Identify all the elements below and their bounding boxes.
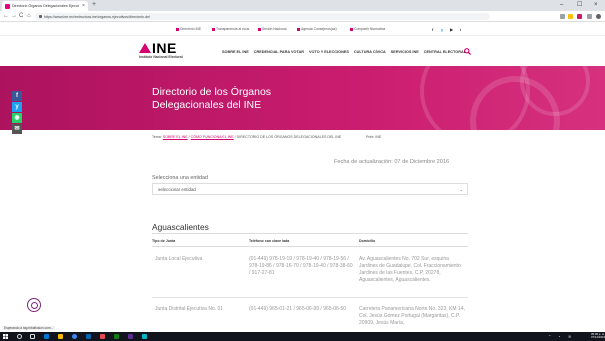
nav-servicios[interactable]: SERVICIOS INE bbox=[391, 50, 419, 54]
minimize-button[interactable]: – bbox=[560, 0, 563, 10]
select-label: Selecciona una entidad bbox=[152, 175, 209, 181]
nav-cultura-civica[interactable]: CULTURA CÍVICA bbox=[354, 50, 386, 54]
logo-subtitle: Instituto Nacional Electoral bbox=[139, 55, 183, 59]
utility-bar: Directorio INE Transparencia al ecus Ses… bbox=[0, 23, 605, 36]
breadcrumb: Tema: SOBRE EL INE / CÓMO FUNCIONA EL IN… bbox=[152, 135, 342, 139]
column-header-type: Tipo de Junta bbox=[152, 239, 176, 243]
utility-link-sesion[interactable]: Sesión Nacional bbox=[258, 27, 287, 31]
home-button[interactable]: ⌂ bbox=[27, 12, 31, 21]
hero-banner: Directorio de los Órganos Delegacionales… bbox=[0, 66, 605, 130]
forward-button[interactable]: → bbox=[11, 12, 17, 21]
nav-voto-elecciones[interactable]: VOTO Y ELECCIONES bbox=[309, 50, 349, 54]
share-facebook-icon[interactable]: f bbox=[12, 91, 22, 101]
taskbar-clock[interactable]: 05:06 p. m. 07/12/2016 bbox=[590, 332, 605, 340]
app-icon[interactable] bbox=[114, 334, 119, 339]
app-icon[interactable] bbox=[100, 334, 105, 339]
utility-link-normativa[interactable]: Compartir Normativa bbox=[350, 27, 385, 31]
row-address: Av. Aguascalientes No. 702 Sur, esquina … bbox=[359, 256, 461, 283]
chevron-down-icon: ⌄ bbox=[459, 187, 463, 192]
app-icon[interactable] bbox=[142, 334, 147, 339]
twitter-icon[interactable]: y bbox=[441, 27, 443, 32]
maximize-button[interactable]: ☐ bbox=[577, 0, 582, 10]
logo-triangle-icon bbox=[139, 43, 151, 53]
new-tab-button[interactable]: + bbox=[92, 1, 96, 9]
ine-favicon-icon bbox=[5, 3, 10, 9]
breadcrumb-sobre-el-ine[interactable]: SOBRE EL INE bbox=[163, 135, 188, 139]
task-view-icon[interactable] bbox=[30, 334, 35, 339]
entity-select[interactable]: seleccionar entidad ⌄ bbox=[152, 183, 468, 195]
search-icon[interactable] bbox=[464, 48, 471, 55]
edge-app-icon[interactable] bbox=[44, 334, 49, 339]
status-bar-text: Esperando a tag.tribalfusion.com... bbox=[2, 326, 56, 330]
close-tab-icon[interactable]: × bbox=[82, 3, 85, 9]
windows-start-icon[interactable] bbox=[3, 334, 8, 339]
bookmark-star-icon[interactable] bbox=[568, 14, 573, 19]
close-window-button[interactable]: × bbox=[594, 0, 598, 10]
tab-title: Directorio Órganos Delegacionales Ejecut bbox=[12, 4, 79, 8]
reload-button[interactable]: C bbox=[19, 12, 23, 21]
accessibility-widget-icon[interactable] bbox=[27, 298, 41, 312]
row-phone: (01-449) 978-19-19 / 978-19-40 / 978-19-… bbox=[249, 256, 353, 276]
divider bbox=[152, 297, 468, 298]
browser-tab[interactable]: Directorio Órganos Delegacionales Ejecut… bbox=[2, 1, 88, 11]
row-type: Junta Distrital Ejecutiva No. 01 bbox=[155, 306, 224, 312]
divider bbox=[152, 246, 468, 247]
utility-link-transparencia[interactable]: Transparencia al ecus bbox=[212, 27, 249, 31]
page-title: Directorio de los Órganos Delegacionales… bbox=[152, 86, 272, 111]
wifi-icon[interactable]: ≋ bbox=[568, 334, 571, 339]
share-twitter-icon[interactable]: y bbox=[12, 102, 22, 112]
network-icon[interactable]: ⌃ bbox=[548, 334, 551, 339]
main-nav: SOBRE EL INE CREDENCIAL PARA VOTAR VOTO … bbox=[222, 50, 466, 54]
lock-icon bbox=[39, 15, 42, 18]
share-email-icon[interactable]: ✉ bbox=[12, 124, 22, 134]
address-bar[interactable]: https://www.ine.mx/estructura-ine/organo… bbox=[35, 13, 490, 20]
share-bar: f y ◉ ✉ bbox=[12, 91, 22, 135]
instagram-icon[interactable]: ◑ bbox=[459, 27, 461, 32]
update-date: Fecha de actualización: 07 de Diciembre … bbox=[334, 159, 450, 165]
logo-text: INE bbox=[152, 40, 177, 56]
entity-heading: Aguascalientes bbox=[152, 222, 209, 232]
nav-credencial[interactable]: CREDENCIAL PARA VOTAR bbox=[254, 50, 304, 54]
browser-toolbar: ← → C ⌂ https://www.ine.mx/estructura-in… bbox=[0, 11, 605, 22]
row-address: Carretera Panamericana Norte No. 323, KM… bbox=[359, 306, 465, 326]
youtube-icon[interactable]: ▶ bbox=[450, 27, 453, 32]
extension-icon[interactable] bbox=[577, 14, 582, 19]
volume-icon[interactable]: ◔ bbox=[558, 334, 560, 339]
utility-link-directorio[interactable]: Directorio INE bbox=[176, 27, 201, 31]
url-text: https://www.ine.mx/estructura-ine/organo… bbox=[44, 14, 150, 19]
column-header-address: Domicilio bbox=[359, 239, 376, 243]
row-phone: (01-449) 965-01-21 / 965-06-99 / 965-06-… bbox=[249, 306, 347, 312]
breadcrumb-current: DIRECTORIO DE LOS ÓRGANOS DELEGACIONALES… bbox=[236, 135, 342, 139]
file-explorer-app-icon[interactable] bbox=[58, 334, 63, 339]
store-app-icon[interactable] bbox=[86, 334, 91, 339]
back-button[interactable]: ← bbox=[3, 12, 9, 21]
nav-central-electoral[interactable]: CENTRAL ELECTORAL bbox=[424, 50, 466, 54]
table-header: Tipo de Junta Teléfono con clave lada Do… bbox=[152, 238, 468, 245]
ine-logo[interactable]: INE Instituto Nacional Electoral bbox=[139, 40, 189, 62]
share-whatsapp-icon[interactable]: ◉ bbox=[12, 113, 22, 123]
breadcrumb-como-funciona[interactable]: CÓMO FUNCIONA EL INE bbox=[191, 135, 234, 139]
app-icon[interactable] bbox=[128, 334, 133, 339]
browser-tab-strip: Directorio Órganos Delegacionales Ejecut… bbox=[0, 0, 605, 11]
search-icon[interactable] bbox=[17, 334, 22, 339]
chrome-app-icon[interactable] bbox=[72, 334, 77, 339]
divider bbox=[152, 233, 468, 234]
utility-link-agenda[interactable]: Agenda Consejeros(as) bbox=[297, 27, 337, 31]
zoom-icon[interactable] bbox=[560, 14, 565, 19]
site-header: INE Instituto Nacional Electoral SOBRE E… bbox=[0, 36, 605, 66]
column-header-phone: Teléfono con clave lada bbox=[249, 239, 290, 243]
extension-icon[interactable] bbox=[587, 14, 592, 19]
menu-icon[interactable] bbox=[596, 14, 601, 19]
nav-sobre-el-ine[interactable]: SOBRE EL INE bbox=[222, 50, 249, 54]
taskbar: ⌃ ◔ ≋ 05:06 p. m. 07/12/2016 bbox=[0, 332, 605, 341]
facebook-icon[interactable]: f bbox=[432, 27, 433, 32]
print-link[interactable]: Print: INE bbox=[366, 135, 381, 139]
row-type: Junta Local Ejecutiva bbox=[155, 256, 203, 262]
entity-select-value: seleccionar entidad bbox=[158, 186, 196, 192]
